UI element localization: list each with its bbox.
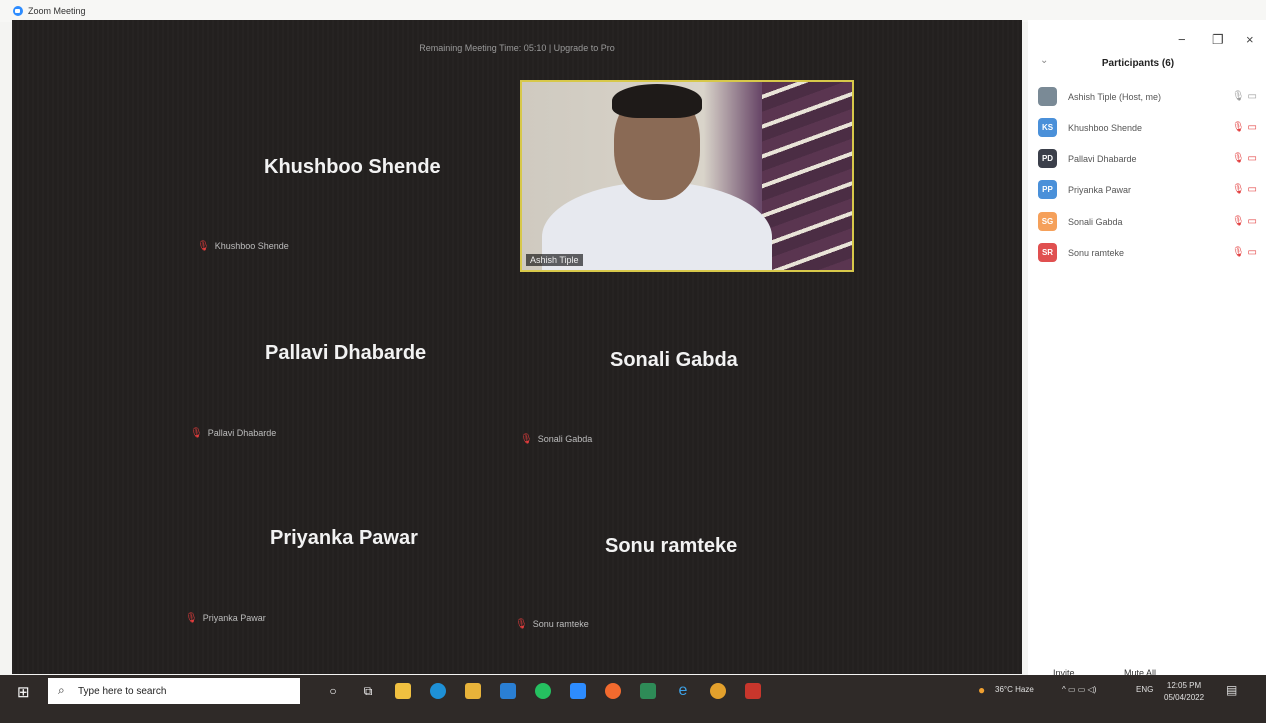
search-icon: ⌕ xyxy=(58,683,65,697)
mic-video-muted-icon[interactable]: 🎙︎▭ xyxy=(1232,184,1260,195)
video-curtain xyxy=(762,82,852,270)
store-icon[interactable] xyxy=(395,683,411,699)
avatar: PD xyxy=(1038,149,1057,168)
clock-time: 12:05 PM xyxy=(1166,681,1202,690)
tile-name-priyanka: Priyanka Pawar xyxy=(270,527,418,549)
participant-name: Khushboo Shende xyxy=(1068,123,1143,133)
active-video-tile[interactable]: Ashish Tiple xyxy=(520,80,854,272)
zoom-taskbar-icon[interactable] xyxy=(570,683,586,699)
tile-label-khushboo: 🎙︎ Khushboo Shende xyxy=(197,241,289,252)
avatar: SR xyxy=(1038,243,1057,262)
participant-row[interactable]: PD Pallavi Dhabarde 🎙︎▭ xyxy=(1038,149,1260,171)
participant-name: Sonali Gabda xyxy=(1068,217,1123,227)
mic-muted-icon: 🎙︎ xyxy=(185,613,198,624)
acrobat-icon[interactable] xyxy=(745,683,761,699)
tile-name-khushboo: Khushboo Shende xyxy=(264,156,441,178)
tile-label-pallavi: 🎙︎ Pallavi Dhabarde xyxy=(190,428,276,439)
tile-name-pallavi: Pallavi Dhabarde xyxy=(265,342,427,364)
minimize-button[interactable]: − xyxy=(1178,32,1186,47)
avatar: SG xyxy=(1038,212,1057,231)
participant-name: Ashish Tiple (Host, me) xyxy=(1068,92,1162,102)
tray-icons[interactable]: ^ ▭ ▭ ◁) xyxy=(1062,685,1096,694)
participant-row[interactable]: SG Sonali Gabda 🎙︎▭ xyxy=(1038,212,1260,234)
weather-icon: ● xyxy=(978,683,986,697)
mic-muted-icon: 🎙︎ xyxy=(515,619,528,630)
meeting-gallery: Remaining Meeting Time: 05:10 | Upgrade … xyxy=(12,20,1022,674)
mic-muted-icon: 🎙︎ xyxy=(197,241,210,252)
whatsapp-icon[interactable] xyxy=(535,683,551,699)
mic-muted-icon: 🎙︎ xyxy=(520,434,533,445)
edge-icon[interactable] xyxy=(430,683,446,699)
taskbar-clock[interactable]: 12:05 PM 05/04/2022 xyxy=(1164,680,1204,704)
tile-label-sonu: 🎙︎ Sonu ramteke xyxy=(515,619,589,630)
participant-name: Sonu ramteke xyxy=(1068,248,1125,258)
mic-video-muted-icon[interactable]: 🎙︎▭ xyxy=(1232,122,1260,133)
avatar xyxy=(1038,87,1057,106)
tile-name-sonu: Sonu ramteke xyxy=(605,535,738,557)
windows-taskbar: ⊞ ⌕ Type here to search ○ ⧉ e ● 36°C Haz… xyxy=(0,675,1266,723)
chrome-icon[interactable] xyxy=(710,683,726,699)
tile-label-text: Priyanka Pawar xyxy=(202,613,266,623)
video-person-hair xyxy=(612,84,702,118)
participant-name: Pallavi Dhabarde xyxy=(1068,154,1137,164)
excel-icon[interactable] xyxy=(640,683,656,699)
clock-date: 05/04/2022 xyxy=(1164,693,1205,702)
participant-name: Priyanka Pawar xyxy=(1068,185,1132,195)
tile-label-priyanka: 🎙︎ Priyanka Pawar xyxy=(185,613,266,624)
video-name-label: Ashish Tiple xyxy=(526,254,583,266)
language-indicator[interactable]: ENG xyxy=(1136,685,1153,694)
file-explorer-icon[interactable] xyxy=(465,683,481,699)
avatar: KS xyxy=(1038,118,1057,137)
cortana-icon[interactable]: ○ xyxy=(325,683,341,699)
mic-muted-icon: 🎙︎ xyxy=(190,428,203,439)
windows-start-icon[interactable]: ⊞ xyxy=(17,683,30,701)
participants-title: Participants (6) xyxy=(1101,58,1175,69)
internet-explorer-icon[interactable]: e xyxy=(675,683,691,699)
mail-icon[interactable] xyxy=(500,683,516,699)
avatar: PP xyxy=(1038,180,1057,199)
close-button[interactable]: × xyxy=(1246,32,1254,47)
participant-row[interactable]: PP Priyanka Pawar 🎙︎▭ xyxy=(1038,180,1260,202)
search-placeholder: Type here to search xyxy=(78,686,167,697)
participant-row[interactable]: Ashish Tiple (Host, me) 🎙︎▭ xyxy=(1038,87,1260,109)
window-title: Zoom Meeting xyxy=(28,6,86,16)
tile-label-text: Pallavi Dhabarde xyxy=(207,428,277,438)
mic-video-muted-icon[interactable]: 🎙︎▭ xyxy=(1232,216,1260,227)
mic-video-icon[interactable]: 🎙︎▭ xyxy=(1232,91,1260,102)
participant-row[interactable]: KS Khushboo Shende 🎙︎▭ xyxy=(1038,118,1260,140)
restore-button[interactable]: ❐ xyxy=(1212,32,1224,48)
mic-video-muted-icon[interactable]: 🎙︎▭ xyxy=(1232,247,1260,258)
task-view-icon[interactable]: ⧉ xyxy=(360,683,376,699)
mic-video-muted-icon[interactable]: 🎙︎▭ xyxy=(1232,153,1260,164)
participants-panel: − ❐ × ⌄ Participants (6) Ashish Tiple (H… xyxy=(1028,20,1266,694)
title-bar: Zoom Meeting xyxy=(0,0,1266,22)
remaining-time-banner[interactable]: Remaining Meeting Time: 05:10 | Upgrade … xyxy=(12,43,1022,53)
tile-name-sonali: Sonali Gabda xyxy=(610,349,738,371)
weather-text[interactable]: 36°C Haze xyxy=(995,685,1034,694)
tile-label-text: Khushboo Shende xyxy=(214,241,289,251)
tile-label-sonali: 🎙︎ Sonali Gabda xyxy=(520,434,592,445)
notification-icon[interactable]: ▤ xyxy=(1226,683,1237,697)
firefox-icon[interactable] xyxy=(605,683,621,699)
tile-label-text: Sonu ramteke xyxy=(532,619,589,629)
zoom-logo-icon xyxy=(13,6,23,16)
taskbar-search-box[interactable]: ⌕ Type here to search xyxy=(48,678,300,704)
participant-row[interactable]: SR Sonu ramteke 🎙︎▭ xyxy=(1038,243,1260,265)
tile-label-text: Sonali Gabda xyxy=(537,434,593,444)
